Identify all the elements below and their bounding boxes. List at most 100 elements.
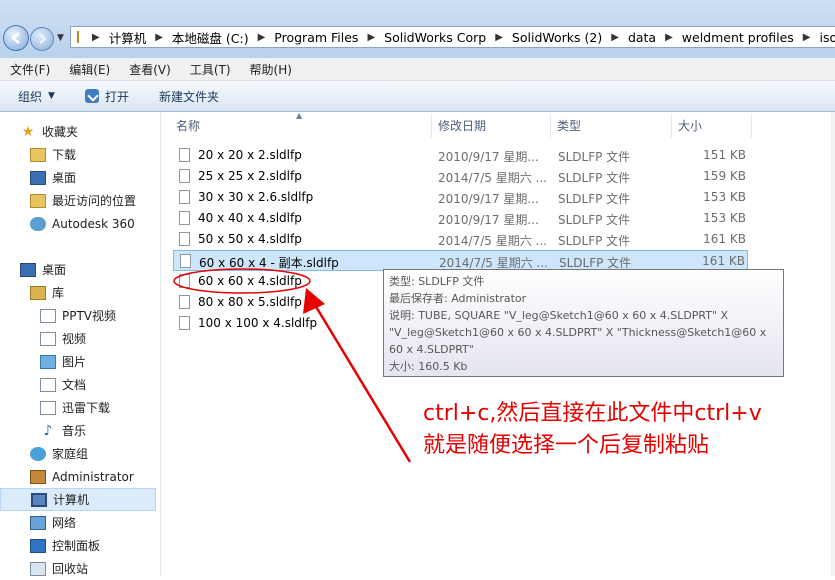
column-divider[interactable] <box>751 114 752 138</box>
file-date: 2010/9/17 星期... <box>438 213 539 227</box>
nav-homegroup[interactable]: 家庭组 <box>0 442 158 465</box>
homegroup-icon <box>30 446 46 461</box>
video-library-icon <box>40 331 56 346</box>
nav-downloads[interactable]: 下载 <box>0 143 158 166</box>
file-size: 161 KB <box>702 254 745 268</box>
nav-computer[interactable]: 计算机 <box>0 488 156 511</box>
file-date: 2014/7/5 星期六 ... <box>438 234 547 248</box>
column-divider[interactable] <box>550 114 551 138</box>
network-icon <box>30 515 46 530</box>
file-row[interactable]: 25 x 25 x 2.sldlfp 2014/7/5 星期六 ... SLDL… <box>173 166 748 187</box>
chevron-right-icon: ▶ <box>611 31 619 43</box>
file-row[interactable]: 20 x 20 x 2.sldlfp 2010/9/17 星期... SLDLF… <box>173 145 748 166</box>
file-type: SLDLFP 文件 <box>558 150 631 164</box>
file-name: 100 x 100 x 4.sldlfp <box>198 316 318 330</box>
menu-view[interactable]: 查看(V) <box>119 61 180 78</box>
nav-pictures[interactable]: 图片 <box>0 350 158 373</box>
breadcrumb-iso[interactable]: ▶iso <box>794 30 835 45</box>
tooltip-saved-by: 最后保存者: Administrator <box>389 292 527 305</box>
nav-music[interactable]: ♪ 音乐 <box>0 419 158 442</box>
menu-edit[interactable]: 编辑(E) <box>59 61 119 78</box>
menu-tools[interactable]: 工具(T) <box>180 61 240 78</box>
file-name: 30 x 30 x 2.6.sldlfp <box>198 190 314 204</box>
recent-pages-dropdown[interactable]: ▼ <box>57 33 64 43</box>
chevron-right-icon: ▶ <box>802 31 811 43</box>
column-header-type[interactable]: 类型 <box>557 112 581 138</box>
file-row[interactable]: 50 x 50 x 4.sldlfp 2014/7/5 星期六 ... SLDL… <box>173 229 748 250</box>
breadcrumb-data[interactable]: ▶ data <box>602 30 656 45</box>
breadcrumb-solidworks-corp[interactable]: ▶ SolidWorks Corp <box>358 30 486 45</box>
nav-libraries[interactable]: 库 <box>0 281 158 304</box>
desktop-icon <box>20 262 36 277</box>
nav-documents[interactable]: 文档 <box>0 373 158 396</box>
file-name: 60 x 60 x 4.sldlfp <box>198 274 302 288</box>
new-folder-button[interactable]: 新建文件夹 <box>159 88 219 105</box>
tooltip-size: 大小: 160.5 Kb <box>389 360 468 373</box>
user-folder-icon <box>30 469 46 484</box>
cloud-icon <box>30 216 46 231</box>
breadcrumb-drive-c[interactable]: ▶ 本地磁盘 (C:) <box>146 28 248 47</box>
forward-button[interactable] <box>30 27 54 51</box>
open-button[interactable]: 打开 <box>84 88 129 105</box>
vertical-scrollbar[interactable] <box>831 112 835 576</box>
downloads-library-icon <box>40 400 56 415</box>
file-icon <box>179 169 190 183</box>
nav-xunlei-downloads[interactable]: 迅雷下载 <box>0 396 158 419</box>
nav-recycle-bin[interactable]: 回收站 <box>0 557 158 580</box>
breadcrumb-solidworks-2[interactable]: ▶ SolidWorks (2) <box>486 30 602 45</box>
recent-places-icon <box>30 193 46 208</box>
file-row[interactable]: 30 x 30 x 2.6.sldlfp 2010/9/17 星期... SLD… <box>173 187 748 208</box>
nav-videos[interactable]: 视频 <box>0 327 158 350</box>
address-bar[interactable]: ▶ 计算机 ▶ 本地磁盘 (C:) ▶ Program Files ▶ SolidWor… <box>70 26 835 48</box>
back-button[interactable] <box>3 25 29 51</box>
file-type: SLDLFP 文件 <box>558 213 631 227</box>
menu-help[interactable]: 帮助(H) <box>240 61 301 78</box>
desktop-icon <box>30 170 46 185</box>
breadcrumb-weldment-profiles[interactable]: ▶ weldment profiles <box>656 30 794 45</box>
column-header-size[interactable]: 大小 <box>678 112 702 138</box>
file-size: 159 KB <box>703 169 746 183</box>
file-row-selected[interactable]: 60 x 60 x 4 - 副本.sldlfp 2014/7/5 星期六 ...… <box>173 250 748 271</box>
recycle-bin-icon <box>30 561 46 576</box>
navigation-pane: ★ 收藏夹 下载 桌面 最近访问的位置 Autodesk 360 桌面 库 PPT… <box>0 112 161 576</box>
music-note-icon: ♪ <box>43 422 53 439</box>
column-divider[interactable] <box>671 114 672 138</box>
file-date: 2014/7/5 星期六 ... <box>438 171 547 185</box>
organize-button[interactable]: 组织 ▼ <box>18 88 55 105</box>
folder-icon <box>77 31 79 43</box>
file-name: 40 x 40 x 4.sldlfp <box>198 211 302 225</box>
pictures-icon <box>40 354 56 369</box>
file-type: SLDLFP 文件 <box>558 192 631 206</box>
file-row[interactable]: 60 x 60 x 4.sldlfp <box>173 271 373 292</box>
menu-file[interactable]: 文件(F) <box>0 61 59 78</box>
chevron-right-icon: ▶ <box>155 31 163 43</box>
nav-recent-places[interactable]: 最近访问的位置 <box>0 189 158 212</box>
nav-favorites[interactable]: ★ 收藏夹 <box>0 120 158 143</box>
tooltip-description: 说明: TUBE, SQUARE "V_leg@Sketch1@60 x 60 … <box>389 309 729 322</box>
menu-bar: 文件(F) 编辑(E) 查看(V) 工具(T) 帮助(H) <box>0 58 835 81</box>
file-row[interactable]: 40 x 40 x 4.sldlfp 2010/9/17 星期... SLDLF… <box>173 208 748 229</box>
chevron-down-icon: ▼ <box>48 91 55 101</box>
file-row[interactable]: 100 x 100 x 4.sldlfp <box>173 313 373 334</box>
library-icon <box>30 285 46 300</box>
breadcrumb-computer[interactable]: ▶ 计算机 <box>83 28 146 47</box>
nav-desktop[interactable]: 桌面 <box>0 258 158 281</box>
file-icon <box>179 190 190 204</box>
breadcrumb-program-files[interactable]: ▶ Program Files <box>249 30 359 45</box>
documents-icon <box>40 377 56 392</box>
nav-autodesk-360[interactable]: Autodesk 360 <box>0 212 158 235</box>
chevron-right-icon: ▶ <box>665 31 673 43</box>
column-divider[interactable] <box>431 114 432 138</box>
nav-pptv-videos[interactable]: PPTV视频 <box>0 304 158 327</box>
file-type: SLDLFP 文件 <box>558 171 631 185</box>
file-row[interactable]: 80 x 80 x 5.sldlfp <box>173 292 373 313</box>
nav-control-panel[interactable]: 控制面板 <box>0 534 158 557</box>
column-header-name[interactable]: 名称 <box>176 112 200 138</box>
video-library-icon <box>40 308 56 323</box>
file-name: 25 x 25 x 2.sldlfp <box>198 169 302 183</box>
nav-desktop-favorite[interactable]: 桌面 <box>0 166 158 189</box>
nav-network[interactable]: 网络 <box>0 511 158 534</box>
nav-administrator[interactable]: Administrator <box>0 465 158 488</box>
column-header-date[interactable]: 修改日期 <box>438 112 486 138</box>
sort-ascending-icon: ▲ <box>296 111 303 120</box>
